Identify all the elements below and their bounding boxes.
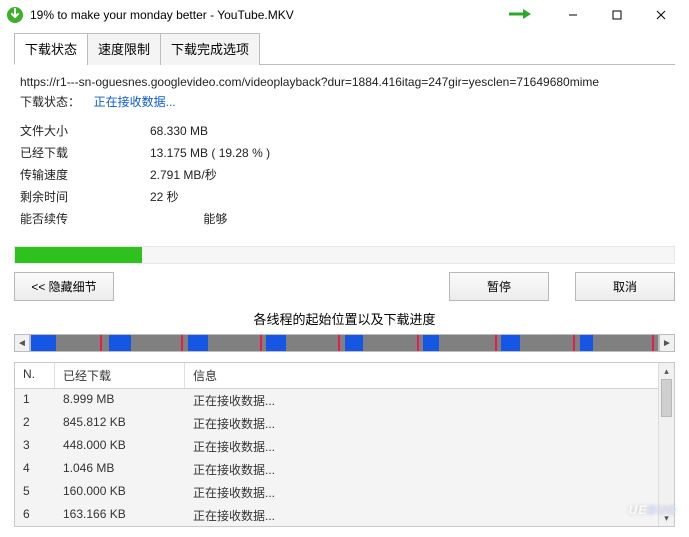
cell-n: 1 [15,390,55,411]
col-header-downloaded[interactable]: 已经下载 [55,363,185,388]
progress-bar [14,246,675,264]
cell-downloaded: 448.000 KB [55,436,185,457]
threads-bar-wrap: ◄ ► [14,334,675,352]
scroll-track[interactable] [659,379,674,510]
content-area: 下载状态速度限制下载完成选项 https://r1---sn-oguesnes.… [0,32,689,537]
status-label: 下载状态： [20,95,80,109]
thread-segment [188,335,208,351]
table-row[interactable]: 41.046 MB正在接收数据... [15,458,674,481]
scroll-up-icon[interactable]: ▴ [659,363,674,379]
cell-info: 正在接收数据... [185,413,674,434]
progress-fill [15,247,142,263]
downloaded-value: 13.175 MB ( 19.28 % ) [150,142,270,164]
thread-tick [100,335,102,351]
table-row[interactable]: 3448.000 KB正在接收数据... [15,435,674,458]
download-url: https://r1---sn-oguesnes.googlevideo.com… [20,75,669,89]
threads-progress-bar [30,334,659,352]
col-header-n[interactable]: N. [15,363,55,388]
cell-n: 2 [15,413,55,434]
table-vscrollbar[interactable]: ▴ ▾ [658,363,674,526]
scroll-down-icon[interactable]: ▾ [659,510,674,526]
resume-value: 能够 [150,208,227,230]
tab-strip: 下载状态速度限制下载完成选项 [14,32,675,65]
table-row[interactable]: 2845.812 KB正在接收数据... [15,412,674,435]
col-header-info[interactable]: 信息 [185,363,674,388]
maximize-button[interactable] [595,1,639,29]
thread-segment [345,335,364,351]
table-row[interactable]: 18.999 MB正在接收数据... [15,389,674,412]
cell-info: 正在接收数据... [185,482,674,503]
thread-tick [573,335,575,351]
downloaded-row: 已经下载13.175 MB ( 19.28 % ) [20,142,669,164]
download-status-panel: https://r1---sn-oguesnes.googlevideo.com… [14,65,675,236]
forward-arrow-icon [507,8,531,23]
cell-n: 3 [15,436,55,457]
cell-info: 正在接收数据... [185,436,674,457]
speed-row: 传输速度2.791 MB/秒 [20,164,669,186]
thread-segment [109,335,131,351]
button-row: << 隐藏细节 暂停 取消 [14,272,675,301]
resume-label: 能否续传 [20,208,150,230]
close-button[interactable] [639,1,683,29]
cell-downloaded: 8.999 MB [55,390,185,411]
thread-segment [31,335,56,351]
status-line: 下载状态： 正在接收数据... [20,93,669,110]
status-value: 正在接收数据... [94,95,176,109]
title-bar: 19% to make your monday better - YouTube… [0,0,689,30]
resume-row: 能否续传 能够 [20,208,669,230]
threads-scroll-right[interactable]: ► [659,334,675,352]
cell-info: 正在接收数据... [185,459,674,480]
cell-n: 4 [15,459,55,480]
table-body: 18.999 MB正在接收数据...2845.812 KB正在接收数据...34… [15,389,674,527]
filesize-value: 68.330 MB [150,120,208,142]
window-title: 19% to make your monday better - YouTube… [30,8,507,22]
filesize-row: 文件大小68.330 MB [20,120,669,142]
thread-tick [495,335,497,351]
tab-1[interactable]: 速度限制 [87,33,161,65]
cell-downloaded: 160.000 KB [55,482,185,503]
speed-label: 传输速度 [20,164,150,186]
thread-segment [501,335,520,351]
thread-tick [417,335,419,351]
hide-details-button[interactable]: << 隐藏细节 [14,272,114,301]
thread-segment [580,335,594,351]
threads-title: 各线程的起始位置以及下载进度 [14,309,675,328]
remaining-label: 剩余时间 [20,186,150,208]
cell-info: 正在接收数据... [185,505,674,526]
table-row[interactable]: 5160.000 KB正在接收数据... [15,481,674,504]
pause-button[interactable]: 暂停 [449,272,549,301]
downloaded-label: 已经下载 [20,142,150,164]
filesize-label: 文件大小 [20,120,150,142]
thread-tick [652,335,654,351]
cell-n: 5 [15,482,55,503]
tab-2[interactable]: 下载完成选项 [160,33,260,65]
scroll-thumb[interactable] [661,379,672,417]
thread-segment [266,335,286,351]
cell-n: 6 [15,505,55,526]
thread-tick [338,335,340,351]
table-header: N. 已经下载 信息 [15,363,674,389]
cancel-button[interactable]: 取消 [575,272,675,301]
tab-0[interactable]: 下载状态 [14,33,88,65]
speed-value: 2.791 MB/秒 [150,164,217,186]
remaining-value: 22 秒 [150,186,179,208]
table-row[interactable]: 6163.166 KB正在接收数据... [15,504,674,527]
cell-downloaded: 163.166 KB [55,505,185,526]
threads-table: N. 已经下载 信息 18.999 MB正在接收数据...2845.812 KB… [14,362,675,527]
app-icon [6,6,24,24]
cell-downloaded: 1.046 MB [55,459,185,480]
thread-tick [181,335,183,351]
remaining-row: 剩余时间22 秒 [20,186,669,208]
thread-segment [423,335,439,351]
cell-info: 正在接收数据... [185,390,674,411]
thread-tick [260,335,262,351]
threads-scroll-left[interactable]: ◄ [14,334,30,352]
minimize-button[interactable] [551,1,595,29]
cell-downloaded: 845.812 KB [55,413,185,434]
